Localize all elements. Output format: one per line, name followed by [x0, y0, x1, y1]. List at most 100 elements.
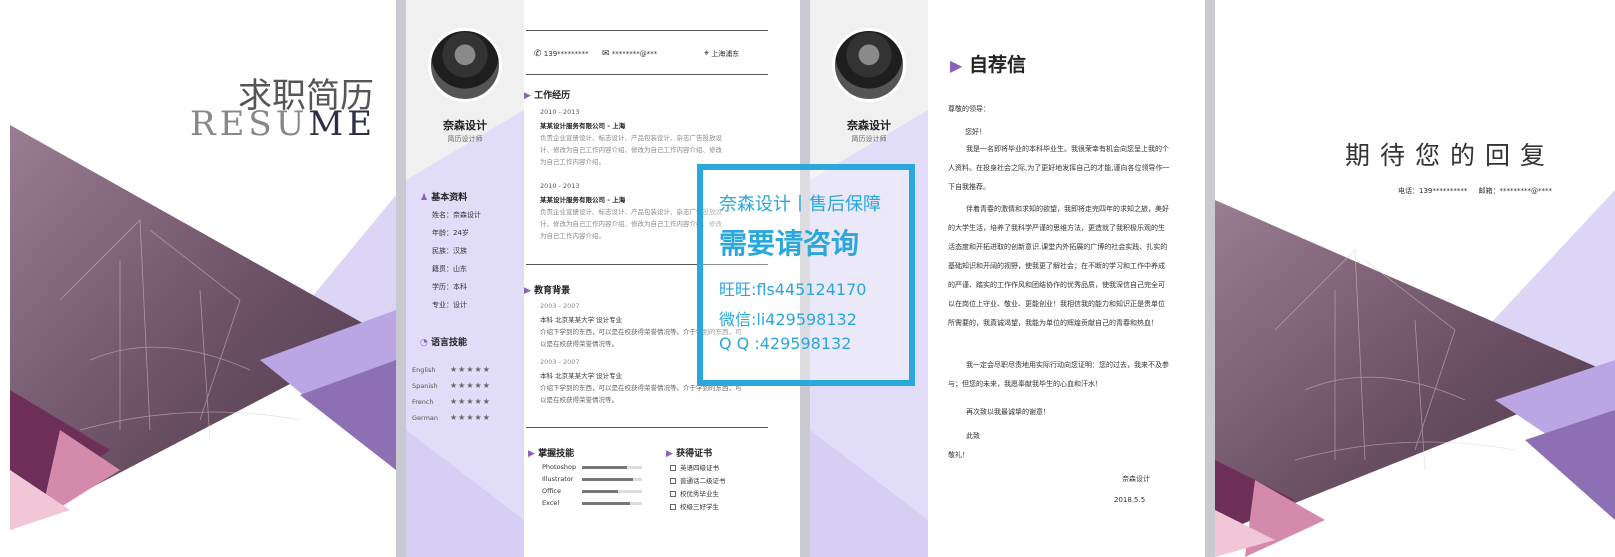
letter-closing-2: 敬礼！ — [948, 451, 969, 459]
language-stars: ★★★★★ — [450, 413, 491, 422]
checkbox-icon — [670, 465, 676, 471]
language-heading: ◔ 语言技能 — [420, 335, 467, 348]
triangle-icon: ▶ — [524, 286, 531, 296]
letter-closing-1: 此致 — [966, 432, 980, 440]
checkbox-icon — [670, 491, 676, 497]
watermark-line-1: 奈森设计丨售后保障 — [719, 194, 881, 215]
certificate-text: 校级三好学生 — [680, 503, 719, 511]
certificates-heading-text: 获得证书 — [676, 449, 713, 459]
certificates-heading: ▶ 获得证书 — [666, 446, 712, 459]
resume-name: 奈森设计 — [443, 119, 487, 132]
work-heading: ▶ 工作经历 — [524, 88, 570, 101]
back-slogan: 期待您的回复 — [1345, 141, 1556, 170]
certificate-item: 普通话二级证书 — [670, 475, 726, 485]
top-rule — [526, 30, 768, 31]
cover-title-en-suffix: ME — [308, 104, 377, 144]
education-rule — [526, 427, 768, 428]
basic-info-item: 民族：汉族 — [432, 247, 467, 255]
cover-title-en-prefix: RESU — [190, 104, 309, 144]
contact-location: 上海浦东 — [711, 50, 740, 58]
back-page: 期待您的回复 电话：139********** 邮箱：*********@***… — [1215, 0, 1615, 557]
work-description-line: 负责企业宣册设计、标志设计、产品包装设计、杂志广告投放设 — [540, 208, 722, 216]
page-gutter — [396, 0, 406, 557]
work-description-line: 计、修改为自己工作内容介绍、修改为自己工作内容介绍、修改 — [540, 220, 722, 228]
skill-bar — [582, 490, 642, 493]
letter-greeting: 尊敬的领导： — [948, 105, 990, 113]
page-gutter — [1205, 0, 1215, 557]
education-period: 2003 - 2007 — [540, 358, 580, 366]
back-graphic — [1215, 190, 1615, 557]
contact-row: ✆ 139********* — [534, 49, 589, 59]
cover-page: 求职简历 RESUME — [0, 0, 396, 557]
skill-bar — [582, 466, 642, 469]
skill-name: Photoshop — [542, 463, 577, 471]
language-heading-text: 语言技能 — [431, 338, 468, 348]
basic-info-item: 专业：设计 — [432, 301, 467, 309]
watermark-line-4: 微信:li429598132 — [719, 310, 857, 329]
education-description-line: 以是在校获得荣誉情况等。 — [540, 340, 618, 348]
contact-phone: 139********* — [543, 50, 589, 58]
certificate-item: 校优秀毕业生 — [670, 488, 719, 498]
watermark-line-5: Q Q :429598132 — [719, 334, 852, 353]
basic-info-item: 年龄：24岁 — [432, 229, 469, 237]
work-company: 某某设计服务有限公司 - 上海 — [540, 196, 626, 204]
basic-info-heading: ♟ 基本资料 — [420, 190, 467, 203]
skills-heading: ▶ 掌握技能 — [528, 446, 574, 459]
letter-heading-text: 自荐信 — [968, 54, 1026, 76]
language-icon: ◔ — [420, 338, 428, 348]
contact-email: ********@*** — [611, 50, 658, 58]
checkbox-icon — [670, 504, 676, 510]
education-period: 2003 - 2007 — [540, 302, 580, 310]
education-school: 本科 北京某某大学 设计专业 — [540, 372, 623, 380]
triangle-icon: ▶ — [950, 56, 963, 75]
location-icon: ⌖ — [704, 49, 710, 59]
contact-email-row: ✉ ********@*** — [602, 49, 657, 59]
certificate-text: 校优秀毕业生 — [680, 490, 719, 498]
work-company: 某某设计服务有限公司 - 上海 — [540, 122, 626, 130]
language-stars: ★★★★★ — [450, 397, 491, 406]
checkbox-icon — [670, 478, 676, 484]
letter-hello: 您好！ — [965, 128, 986, 136]
letter-job-title: 简历设计师 — [851, 135, 887, 143]
work-description-line: 负责企业宣册设计、标志设计、产品包装设计、杂志广告投放设 — [540, 134, 722, 142]
work-heading-text: 工作经历 — [534, 91, 571, 101]
triangle-icon: ▶ — [524, 91, 531, 101]
basic-info-item: 籍贯：山东 — [432, 265, 467, 273]
letter-paragraph-1: 我是一名即将毕业的本科毕业生。我很荣幸有机会向您呈上我的个人资料。在投身社会之际… — [948, 145, 1170, 191]
watermark-line-2: 需要请咨询 — [719, 227, 860, 260]
letter-paragraph-4: 再次致以我最诚挚的谢意！ — [966, 408, 1050, 416]
letter-paragraph-2: 伴着青春的激情和求知的欲望，我即将走完四年的求知之旅，美好的大学生活，培养了我科… — [948, 205, 1169, 327]
education-school: 本科 北京某某大学 设计专业 — [540, 316, 623, 324]
contact-rule — [526, 74, 768, 75]
education-heading: ▶ 教育背景 — [524, 283, 570, 296]
cover-title-en: RESUME — [190, 104, 376, 144]
letter-date: 2018.5.5 — [1114, 496, 1146, 504]
skill-bar — [582, 478, 642, 481]
skills-heading-text: 掌握技能 — [538, 449, 575, 459]
work-description-line: 为自己工作内容介绍。 — [540, 232, 605, 240]
education-heading-text: 教育背景 — [534, 286, 571, 296]
basic-info-heading-text: 基本资料 — [431, 193, 468, 203]
letter-signature: 奈森设计 — [1122, 475, 1150, 483]
skill-bar — [582, 502, 642, 505]
phone-icon: ✆ — [534, 49, 542, 59]
triangle-icon: ▶ — [528, 449, 535, 459]
letter-name: 奈森设计 — [847, 119, 891, 132]
work-description-line: 计、修改为自己工作内容介绍、修改为自己工作内容介绍、修改 — [540, 146, 722, 154]
language-stars: ★★★★★ — [450, 381, 491, 390]
skill-name: Excel — [542, 499, 560, 507]
triangle-icon: ▶ — [666, 449, 673, 459]
basic-info-item: 姓名：奈森设计 — [432, 211, 481, 219]
language-name: French — [412, 398, 434, 406]
contact-location-row: ⌖ 上海浦东 — [704, 49, 739, 59]
back-contact: 电话：139********** 邮箱：*********@**** — [1398, 187, 1552, 195]
avatar — [428, 28, 502, 102]
skill-bar-fill — [582, 490, 618, 493]
certificate-item: 英语四级证书 — [670, 462, 719, 472]
certificate-text: 英语四级证书 — [680, 464, 719, 472]
skill-bar-fill — [582, 502, 630, 505]
watermark-line-3: 旺旺:fls445124170 — [719, 280, 867, 299]
certificate-text: 普通话二级证书 — [680, 477, 726, 485]
skill-bar-fill — [582, 466, 627, 469]
person-icon: ♟ — [420, 193, 429, 203]
